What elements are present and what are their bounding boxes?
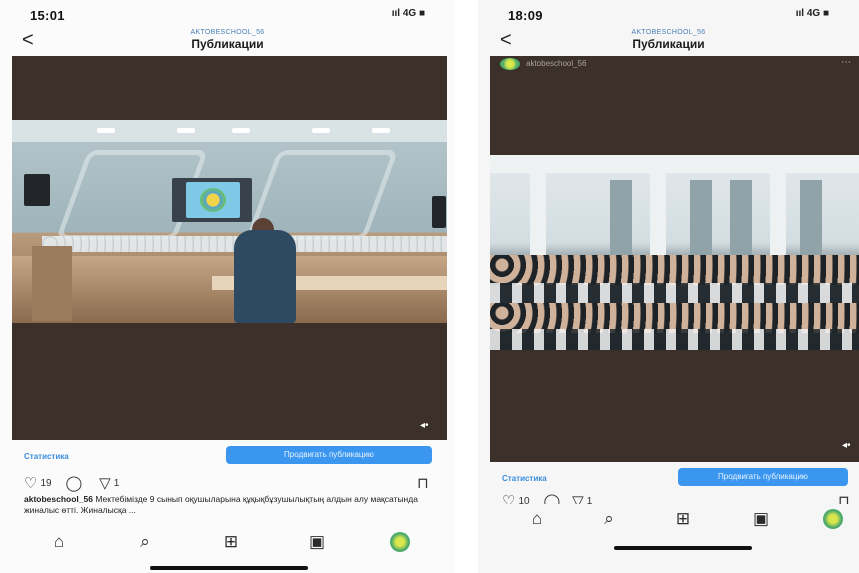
podium (32, 246, 72, 321)
profile-tab[interactable] (385, 527, 415, 557)
profile-tab[interactable] (818, 504, 848, 534)
caption-username[interactable]: aktobeschool_56 (24, 494, 93, 504)
avatar (823, 509, 843, 529)
page-header: < AKTOBESCHOOL_56 Публикации (478, 26, 859, 56)
add-icon[interactable]: ⊞ (668, 504, 698, 534)
header-username: AKTOBESCHOOL_56 (190, 29, 265, 36)
page-title: Публикации (632, 37, 705, 51)
reaction-bar: ♡ 10 ◯ ▽ 1 (502, 492, 602, 504)
ceiling-light (312, 128, 330, 133)
bottom-tab-bar: ⌂ ⌕ ⊞ ▣ (478, 504, 859, 534)
phone-screen-right: 18:09 ııl 4G ■ < AKTOBESCHOOL_56 Публика… (478, 0, 859, 573)
promote-button[interactable]: Продвигать публикацию (226, 446, 432, 464)
home-indicator[interactable] (614, 546, 752, 550)
heart-icon[interactable]: ♡ (24, 474, 37, 492)
loudspeaker (432, 196, 446, 228)
post-caption: aktobeschool_56 Мектебімізде 9 сынып оқу… (24, 494, 431, 516)
share-icon[interactable]: ▽ (99, 474, 111, 492)
avatar[interactable] (500, 58, 520, 70)
add-icon[interactable]: ⊞ (216, 527, 246, 557)
ceiling-light (97, 128, 115, 133)
home-icon[interactable]: ⌂ (44, 527, 74, 557)
bookmark-icon[interactable]: ⊓ (417, 474, 429, 492)
audience-row (490, 255, 859, 285)
statistics-link[interactable]: Статистика (24, 452, 69, 461)
page-title: Публикации (191, 37, 264, 51)
comment-icon[interactable]: ◯ (543, 492, 560, 504)
sound-icon[interactable]: ◂• (842, 440, 851, 451)
post-photo (490, 155, 859, 350)
comment-icon[interactable]: ◯ (65, 474, 82, 492)
post-username[interactable]: aktobeschool_56 (526, 59, 587, 68)
sound-icon[interactable]: ◂• (420, 420, 429, 431)
reels-icon[interactable]: ▣ (746, 504, 776, 534)
heart-icon[interactable]: ♡ (502, 492, 515, 504)
search-icon[interactable]: ⌕ (130, 527, 160, 557)
school-logo (200, 188, 226, 212)
home-icon[interactable]: ⌂ (522, 504, 552, 534)
status-bar: 18:09 ııl 4G ■ (478, 0, 859, 26)
bookmark-icon[interactable]: ⊓ (838, 492, 850, 504)
statistics-link[interactable]: Статистика (502, 474, 547, 483)
phone-screen-left: 15:01 ııl 4G ■ < AKTOBESCHOOL_56 Публика… (0, 0, 455, 573)
audience-row (490, 283, 859, 305)
bottom-tab-bar: ⌂ ⌕ ⊞ ▣ (0, 527, 455, 557)
speaker-person (234, 230, 296, 323)
share-count: 1 (586, 495, 593, 504)
page-header: < AKTOBESCHOOL_56 Публикации (0, 26, 455, 56)
share-count: 1 (113, 477, 120, 489)
audience-row (490, 329, 859, 350)
share-icon[interactable]: ▽ (572, 492, 584, 504)
header-username: AKTOBESCHOOL_56 (631, 29, 706, 36)
ceiling-light (232, 128, 250, 133)
signal-battery-icons: ııl 4G ■ (795, 8, 829, 19)
ceiling-light (372, 128, 390, 133)
ceiling (490, 155, 859, 173)
home-indicator[interactable] (150, 566, 308, 570)
status-bar: 15:01 ııl 4G ■ (0, 0, 455, 26)
ceiling-light (177, 128, 195, 133)
reels-icon[interactable]: ▣ (302, 527, 332, 557)
signal-battery-icons: ııl 4G ■ (391, 8, 425, 19)
post-photo (12, 120, 447, 323)
like-count: 19 (40, 477, 52, 489)
status-time: 18:09 (508, 8, 543, 23)
reaction-bar: ♡ 19 ◯ ▽ 1 (24, 474, 129, 494)
promote-button[interactable]: Продвигать публикацию (678, 468, 848, 486)
loudspeaker (24, 174, 50, 206)
more-icon[interactable]: ⋯ (841, 57, 851, 68)
like-count: 10 (518, 495, 530, 504)
status-time: 15:01 (30, 8, 65, 23)
avatar (390, 532, 410, 552)
post-stats-row: Статистика Продвигать публикацию (0, 446, 455, 474)
search-icon[interactable]: ⌕ (594, 504, 624, 534)
